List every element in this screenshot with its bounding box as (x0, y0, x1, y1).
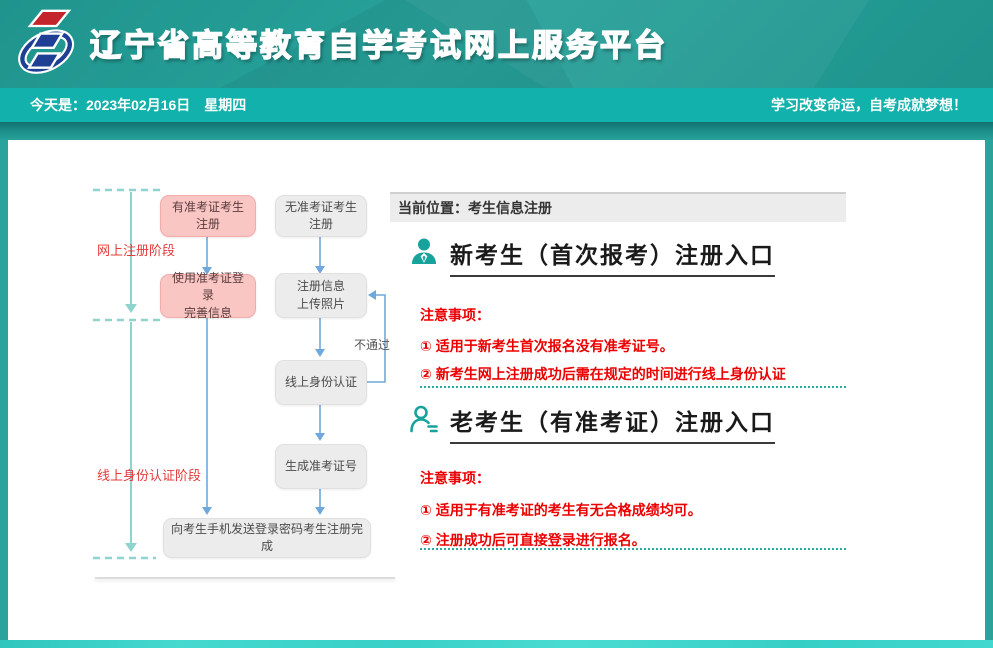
footer-strip (0, 640, 993, 648)
main-panel: 有准考证考生注册 无准考证考生注册 使用准考证登录 完善信息 注册信息 上传照片… (8, 140, 985, 640)
stage-label-online-registration: 网上注册阶段 (97, 240, 175, 259)
fail-branch-label: 不通过 (354, 336, 390, 353)
flow-node-registration-complete: 向考生手机发送登录密码考生注册完成 (163, 518, 371, 558)
flow-node-login-complete-info[interactable]: 使用准考证登录 完善信息 (160, 274, 256, 318)
returning-student-notes-title: 注意事项： (420, 468, 490, 488)
flow-node-register-without-ticket: 无准考证考生注册 (275, 195, 367, 237)
new-student-register-link[interactable]: 新考生（首次报考）注册入口 (450, 236, 775, 277)
site-logo-icon (14, 8, 82, 80)
returning-student-register-link[interactable]: 老考生（有准考证）注册入口 (450, 403, 775, 444)
new-student-note-2: ② 新考生网上注册成功后需在规定的时间进行线上身份认证 (420, 364, 786, 384)
slogan-text: 学习改变命运，自考成就梦想！ (771, 95, 967, 115)
header-shadow-strip (0, 122, 993, 140)
new-student-entry-row: 新考生（首次报考）注册入口 (408, 236, 775, 277)
site-header: 辽宁省高等教育自学考试网上服务平台 (0, 0, 993, 88)
new-student-notes-title: 注意事项： (420, 305, 490, 325)
section-divider (420, 548, 846, 550)
returning-student-note-2: ② 注册成功后可直接登录进行报名。 (420, 530, 646, 550)
flow-node-identity-verification: 线上身份认证 (275, 360, 367, 405)
info-bar: 今天是：2023年02月16日 星期四 学习改变命运，自考成就梦想！ (0, 88, 993, 122)
flow-node-generate-ticket-number: 生成准考证号 (275, 444, 367, 489)
new-student-note-1: ① 适用于新考生首次报名没有准考证号。 (420, 336, 674, 356)
flow-node-register-with-ticket[interactable]: 有准考证考生注册 (160, 195, 256, 237)
breadcrumb: 当前位置：考生信息注册 (390, 192, 846, 222)
page: 辽宁省高等教育自学考试网上服务平台 今天是：2023年02月16日 星期四 学习… (0, 0, 993, 648)
returning-student-entry-row: 老考生（有准考证）注册入口 (408, 403, 775, 444)
flowchart-bottom-divider (95, 577, 395, 579)
section-divider (420, 386, 846, 388)
returning-student-note-1: ① 适用于有准考证的考生有无合格成绩均可。 (420, 500, 702, 520)
current-date-text: 今天是：2023年02月16日 星期四 (30, 95, 246, 115)
site-title: 辽宁省高等教育自学考试网上服务平台 (90, 0, 668, 88)
flow-node-upload-photo: 注册信息 上传照片 (275, 273, 367, 318)
stage-label-identity-verification: 线上身份认证阶段 (97, 465, 201, 484)
